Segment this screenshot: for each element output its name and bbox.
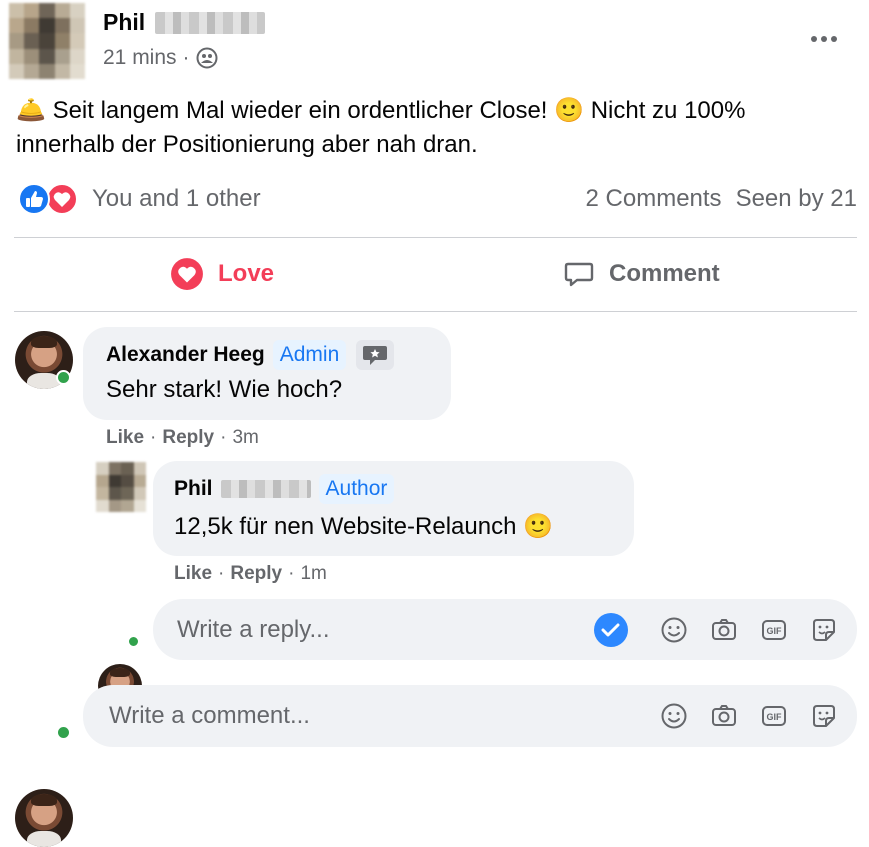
comment-composer[interactable]: GIF xyxy=(83,685,857,747)
comment-text: Sehr stark! Wie hoch? xyxy=(106,376,343,403)
blurred-surname xyxy=(155,11,266,34)
comment-author[interactable]: Alexander Heeg xyxy=(106,343,265,367)
comments-count[interactable]: 2 Comments xyxy=(586,185,722,213)
camera-icon[interactable] xyxy=(709,701,739,731)
reply-bubble[interactable]: Phil Author 12,5k für nen Website-Relaun… xyxy=(153,461,634,556)
bell-emoji: 🛎️ xyxy=(16,97,46,124)
divider-bottom xyxy=(14,311,857,312)
current-user-avatar[interactable] xyxy=(15,789,73,847)
emoji-icon[interactable] xyxy=(659,701,689,731)
reply-time[interactable]: 1m xyxy=(300,563,326,585)
camera-icon[interactable] xyxy=(709,615,739,645)
post-author-name[interactable]: Phil xyxy=(103,9,145,36)
online-indicator xyxy=(56,725,71,740)
like-reaction-icon[interactable] xyxy=(18,183,50,215)
comment-like-link[interactable]: Like xyxy=(106,427,144,449)
comment-reply-link[interactable]: Reply xyxy=(162,427,214,449)
love-button[interactable]: Love xyxy=(170,257,274,291)
reply-like-link[interactable]: Like xyxy=(174,563,212,585)
meta-separator: · xyxy=(150,427,157,448)
gif-icon[interactable]: GIF xyxy=(759,615,789,645)
meta-separator: · xyxy=(220,427,227,448)
love-icon xyxy=(170,257,204,291)
emoji-icon[interactable] xyxy=(659,615,689,645)
reply-text-body: 12,5k für nen Website-Relaunch xyxy=(174,513,524,540)
author-badge[interactable]: Author xyxy=(318,474,395,504)
comment-label: Comment xyxy=(609,260,720,287)
admin-badge[interactable]: Admin xyxy=(272,340,347,370)
smile-emoji: 🙂 xyxy=(554,97,585,124)
reactions-summary[interactable]: You and 1 other xyxy=(92,185,261,213)
post-text-part-1: Seit langem Mal wieder ein ordentlicher … xyxy=(52,97,555,124)
comment-button[interactable]: Comment xyxy=(563,258,720,290)
meta-separator: · xyxy=(288,563,295,584)
more-options-icon[interactable] xyxy=(806,28,842,50)
gif-icon[interactable]: GIF xyxy=(759,701,789,731)
meta-separator: · xyxy=(218,563,225,584)
smile-emoji: 🙂 xyxy=(523,513,553,540)
online-indicator xyxy=(56,370,71,385)
comment-bubble[interactable]: Alexander Heeg Admin Sehr stark! Wie hoc… xyxy=(83,327,451,420)
post-timestamp[interactable]: 21 mins xyxy=(103,46,177,70)
post-text: 🛎️ Seit langem Mal wieder ein ordentlich… xyxy=(16,94,836,162)
love-label: Love xyxy=(218,260,275,287)
group-icon xyxy=(196,47,218,69)
svg-text:GIF: GIF xyxy=(767,712,783,722)
sticker-icon[interactable] xyxy=(809,701,839,731)
time-separator: · xyxy=(182,46,190,69)
comment-time[interactable]: 3m xyxy=(232,427,258,449)
reply-composer[interactable]: GIF xyxy=(153,599,857,660)
svg-text:GIF: GIF xyxy=(767,626,783,636)
reply-text: 12,5k für nen Website-Relaunch 🙂 xyxy=(174,512,553,541)
seen-by[interactable]: Seen by 21 xyxy=(736,185,857,213)
blurred-surname xyxy=(220,480,311,498)
checkmark-icon[interactable] xyxy=(593,612,629,648)
reply-author[interactable]: Phil xyxy=(174,477,213,501)
post-author-avatar[interactable] xyxy=(9,3,85,79)
comment-icon xyxy=(563,258,595,290)
sticker-icon[interactable] xyxy=(809,615,839,645)
comment-input[interactable] xyxy=(107,701,663,731)
reply-input[interactable] xyxy=(175,614,597,645)
divider-top xyxy=(14,237,857,238)
online-indicator xyxy=(127,635,140,648)
reply-author-avatar[interactable] xyxy=(96,462,146,512)
moderation-icon[interactable] xyxy=(356,340,395,370)
love-reaction-icon[interactable] xyxy=(46,183,78,215)
reply-reply-link[interactable]: Reply xyxy=(230,563,282,585)
